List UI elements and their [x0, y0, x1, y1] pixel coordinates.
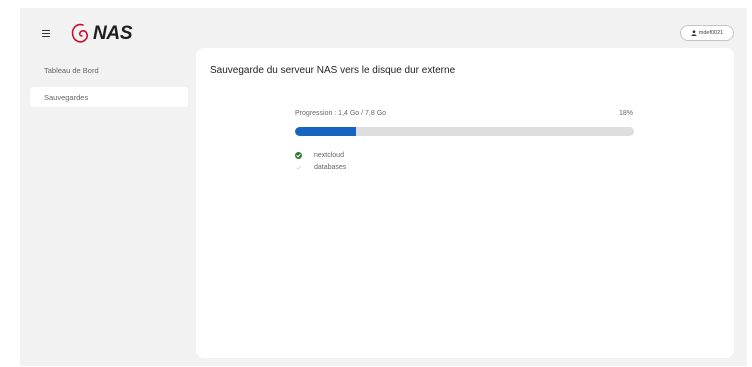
- hamburger-menu-icon[interactable]: [42, 30, 50, 37]
- progress-percent: 18%: [618, 110, 633, 117]
- page-title: Sauvegarde du serveur NAS vers le disque…: [210, 65, 456, 76]
- username-label: mdef0021: [698, 30, 724, 36]
- sidebar-item-label: Tableau de Bord: [44, 65, 99, 75]
- sidebar-item-sauvegardes[interactable]: Sauvegardes: [30, 87, 188, 107]
- user-icon: [691, 30, 697, 36]
- check-icon: [295, 164, 302, 171]
- sidebar-item-label: Sauvegardes: [44, 92, 89, 102]
- progress-bar: [295, 127, 634, 136]
- list-item: databases: [295, 161, 346, 173]
- backup-card: Sauvegarde du serveur NAS vers le disque…: [196, 48, 734, 358]
- check-circle-icon: [295, 151, 302, 159]
- sidebar-item-tableau-de-bord[interactable]: Tableau de Bord: [30, 60, 188, 80]
- database-name: databases: [314, 163, 347, 171]
- user-menu-button[interactable]: mdef0021: [680, 25, 734, 41]
- database-name: nextcloud: [314, 151, 344, 159]
- app-frame: NAS mdef0021 Tableau de Bord Sauvegardes…: [20, 8, 747, 366]
- debian-swirl-icon: [71, 23, 89, 43]
- progress-bar-fill: [295, 127, 357, 136]
- list-item: nextcloud: [295, 149, 346, 161]
- progress-label: Progression : 1,4 Go / 7,8 Go: [295, 110, 387, 117]
- logo-text: NAS: [93, 23, 133, 44]
- database-list: nextcloud databases: [295, 149, 346, 173]
- logo[interactable]: NAS: [70, 20, 133, 48]
